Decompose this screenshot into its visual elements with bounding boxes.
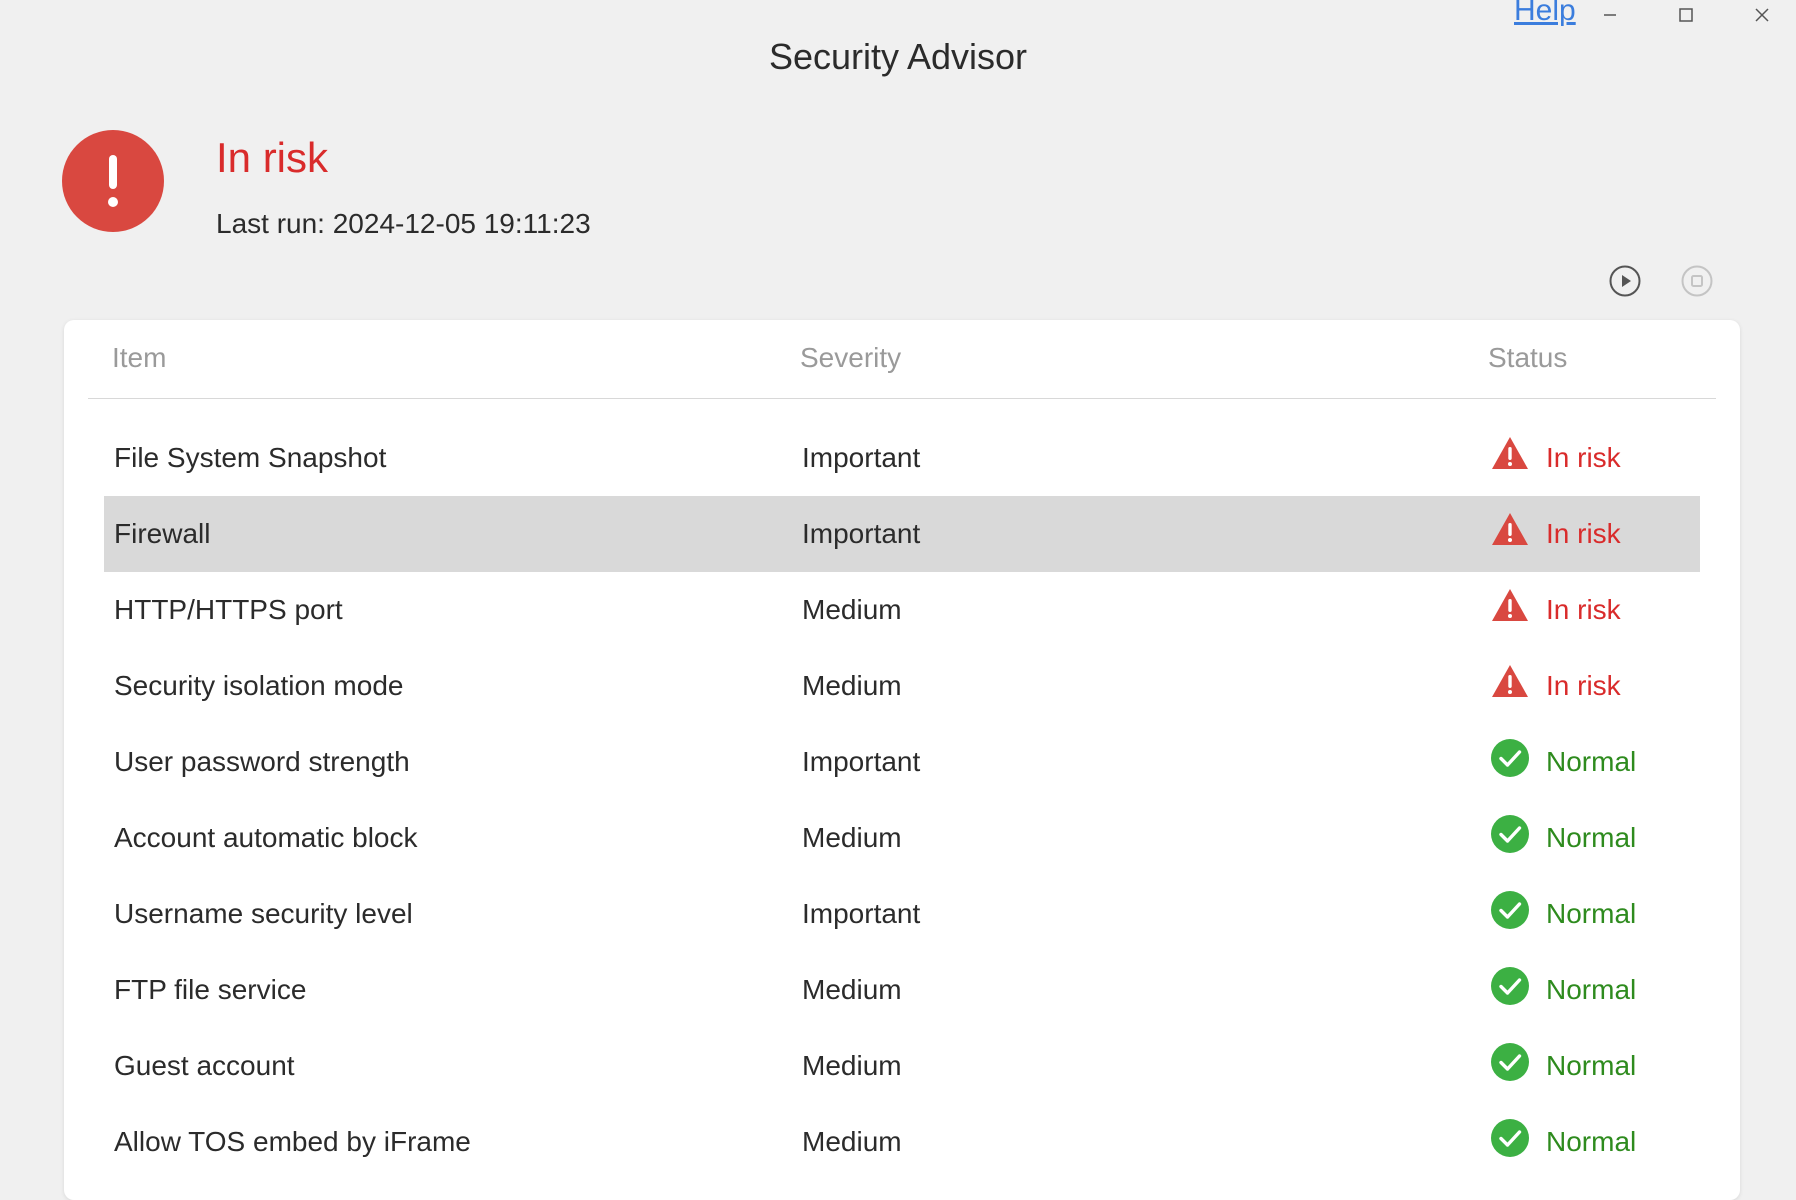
maximize-button[interactable] [1664,0,1708,30]
run-scan-button[interactable] [1608,264,1642,298]
minimize-icon [1604,14,1616,16]
column-header-status[interactable]: Status [1488,342,1567,374]
check-circle-icon [1491,1043,1529,1081]
table-row[interactable]: Account automatic block Medium Normal [104,800,1700,876]
item-severity: Medium [802,1050,902,1081]
warning-icon [1492,589,1528,621]
last-run-timestamp: Last run: 2024-12-05 19:11:23 [216,208,591,239]
column-header-severity[interactable]: Severity [800,342,901,374]
item-severity: Important [802,442,921,473]
item-name: HTTP/HTTPS port [114,594,343,625]
warning-icon [1492,437,1528,469]
item-status: Normal [1490,1028,1636,1104]
overall-status: In risk [216,134,329,181]
table-row[interactable]: FTP file service Medium Normal [104,952,1700,1028]
stop-circle-icon [1681,265,1713,297]
status-label: Normal [1546,898,1637,929]
item-severity: Important [802,518,921,549]
item-name: Guest account [114,1050,295,1081]
check-circle-icon [1491,1119,1529,1157]
item-status: Normal [1490,1104,1636,1180]
item-severity: Medium [802,974,902,1005]
table-body: File System Snapshot Important In risk Fire… [104,420,1700,1180]
table-row[interactable]: Firewall Important In risk [104,496,1700,572]
status-label: Normal [1546,1126,1637,1157]
close-icon [1755,8,1769,22]
column-header-item[interactable]: Item [112,342,166,374]
security-advisor-window: Help Security Advisor In risk Last run: … [0,0,1796,1200]
item-name: FTP file service [114,974,307,1005]
item-name: User password strength [114,746,410,777]
check-circle-icon [1491,967,1529,1005]
item-status: In risk [1490,572,1621,648]
security-items-table: Item Severity Status File System Snapsho… [64,320,1740,1200]
check-circle-icon [1491,891,1529,929]
item-name: Security isolation mode [114,670,404,701]
window-title: Security Advisor [768,36,1028,77]
item-severity: Medium [802,1126,902,1157]
warning-icon [1492,513,1528,545]
warning-icon [1492,665,1528,697]
table-row[interactable]: File System Snapshot Important In risk [104,420,1700,496]
item-severity: Important [802,898,921,929]
table-row[interactable]: Username security level Important Normal [104,876,1700,952]
table-row[interactable]: HTTP/HTTPS port Medium In risk [104,572,1700,648]
status-label: Normal [1546,1050,1637,1081]
item-name: Allow TOS embed by iFrame [114,1126,471,1157]
close-button[interactable] [1740,0,1784,30]
item-name: Username security level [114,898,413,929]
check-circle-icon [1491,815,1529,853]
table-row[interactable]: Allow TOS embed by iFrame Medium Normal [104,1104,1700,1180]
table-header: Item Severity Status [88,320,1716,399]
item-status: In risk [1490,648,1621,724]
stop-scan-button[interactable] [1680,264,1714,298]
status-label: In risk [1546,442,1621,473]
item-status: Normal [1490,724,1636,800]
maximize-icon [1679,8,1693,22]
item-status: Normal [1490,876,1636,952]
item-status: Normal [1490,952,1636,1028]
status-label: Normal [1546,746,1637,777]
item-severity: Medium [802,822,902,853]
item-severity: Medium [802,670,902,701]
table-row[interactable]: User password strength Important Normal [104,724,1700,800]
item-name: Account automatic block [114,822,418,853]
status-label: In risk [1546,518,1621,549]
status-label: Normal [1546,822,1637,853]
play-circle-icon [1609,265,1641,297]
check-circle-icon [1491,739,1529,777]
item-severity: Medium [802,594,902,625]
table-row[interactable]: Guest account Medium Normal [104,1028,1700,1104]
status-label: Normal [1546,974,1637,1005]
item-name: Firewall [114,518,211,549]
minimize-button[interactable] [1588,0,1632,30]
table-row[interactable]: Security isolation mode Medium In risk [104,648,1700,724]
item-name: File System Snapshot [114,442,387,473]
item-status: In risk [1490,496,1621,572]
risk-status-icon [62,130,164,232]
item-status: In risk [1490,420,1621,496]
status-label: In risk [1546,670,1621,701]
status-label: In risk [1546,594,1621,625]
help-link[interactable]: Help [1514,0,1576,28]
item-severity: Important [802,746,921,777]
item-status: Normal [1490,800,1636,876]
